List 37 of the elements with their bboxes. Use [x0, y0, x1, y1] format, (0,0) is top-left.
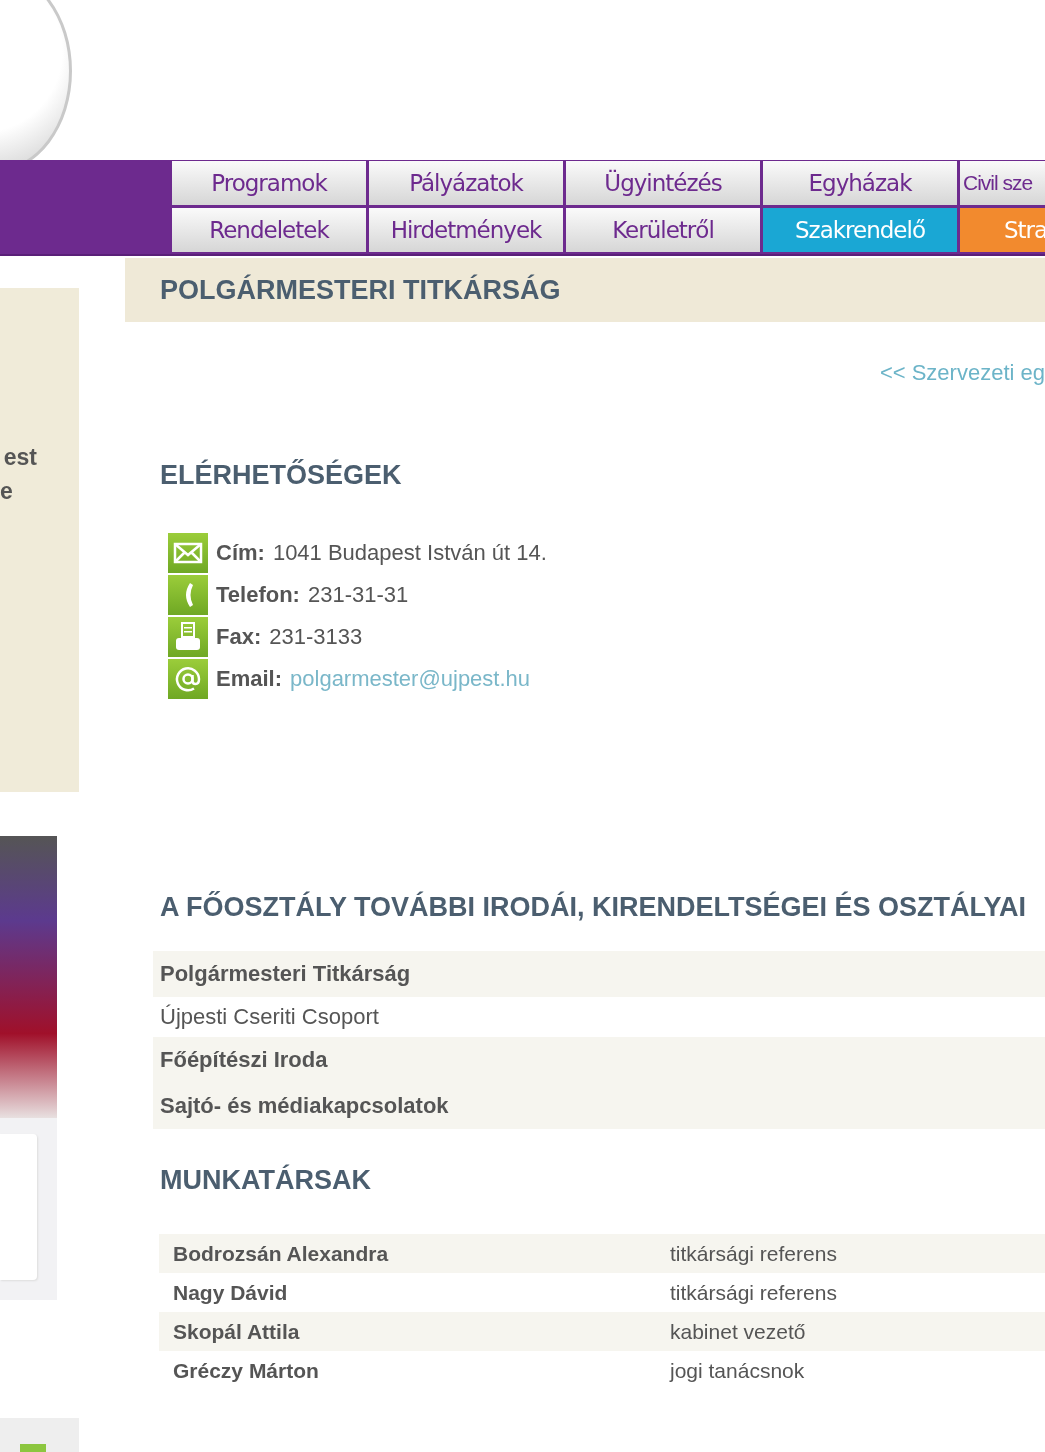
office-row[interactable]: Újpesti Cseriti Csoport [153, 997, 1045, 1037]
staff-role: jogi tanácsnok [670, 1358, 805, 1383]
contact-label: Telefon: [216, 582, 300, 608]
contact-value: 231-3133 [269, 624, 363, 650]
office-row[interactable]: Főépítészi Iroda [153, 1037, 1045, 1083]
staff-role: titkársági referens [670, 1241, 837, 1266]
contact-label: Cím: [216, 540, 265, 566]
at-sign-icon [168, 659, 208, 699]
nav-tab[interactable]: Programok [172, 161, 366, 205]
nav-tab[interactable]: Ügyintézés [566, 161, 760, 205]
staff-name: Skopál Attila [173, 1319, 301, 1344]
contact-value: 231-31-31 [307, 582, 409, 608]
sidebar-text: est [3, 443, 37, 472]
staff-name: Gréczy Márton [173, 1358, 320, 1383]
sidebar-text: e [0, 477, 13, 506]
nav-tab[interactable]: Pályázatok [369, 161, 563, 205]
nav-tab[interactable]: Rendeletek [172, 208, 366, 252]
section-heading: ELÉRHETŐSÉGEK [160, 460, 403, 491]
page-title: POLGÁRMESTERI TITKÁRSÁG [160, 274, 561, 306]
fax-icon [168, 617, 208, 657]
staff-role: kabinet vezető [670, 1319, 806, 1344]
office-row[interactable]: Sajtó- és médiakapcsolatok [153, 1083, 1045, 1129]
nav-tab[interactable]: Egyházak [763, 161, 957, 205]
nav-tab[interactable]: Hirdetmények [369, 208, 563, 252]
envelope-icon [168, 533, 208, 573]
staff-role: titkársági referens [670, 1280, 837, 1305]
nav-tab[interactable]: Kerületről [566, 208, 760, 252]
contact-label: Fax: [216, 624, 262, 650]
section-heading: A FŐOSZTÁLY TOVÁBBI IRODÁI, KIRENDELTSÉGEI ÉS OSZTÁLYAI [160, 892, 1028, 923]
contact-value: 1041 Budapest István út 14. [272, 540, 547, 566]
staff-name: Nagy Dávid [173, 1280, 289, 1305]
phone-icon [168, 575, 208, 615]
office-row[interactable]: Polgármesteri Titkárság [153, 951, 1045, 997]
nav-tab[interactable]: Civil sze [960, 161, 1045, 205]
staff-name: Bodrozsán Alexandra [173, 1241, 390, 1266]
contact-label: Email: [216, 666, 283, 692]
section-heading: MUNKATÁRSAK [160, 1165, 372, 1196]
